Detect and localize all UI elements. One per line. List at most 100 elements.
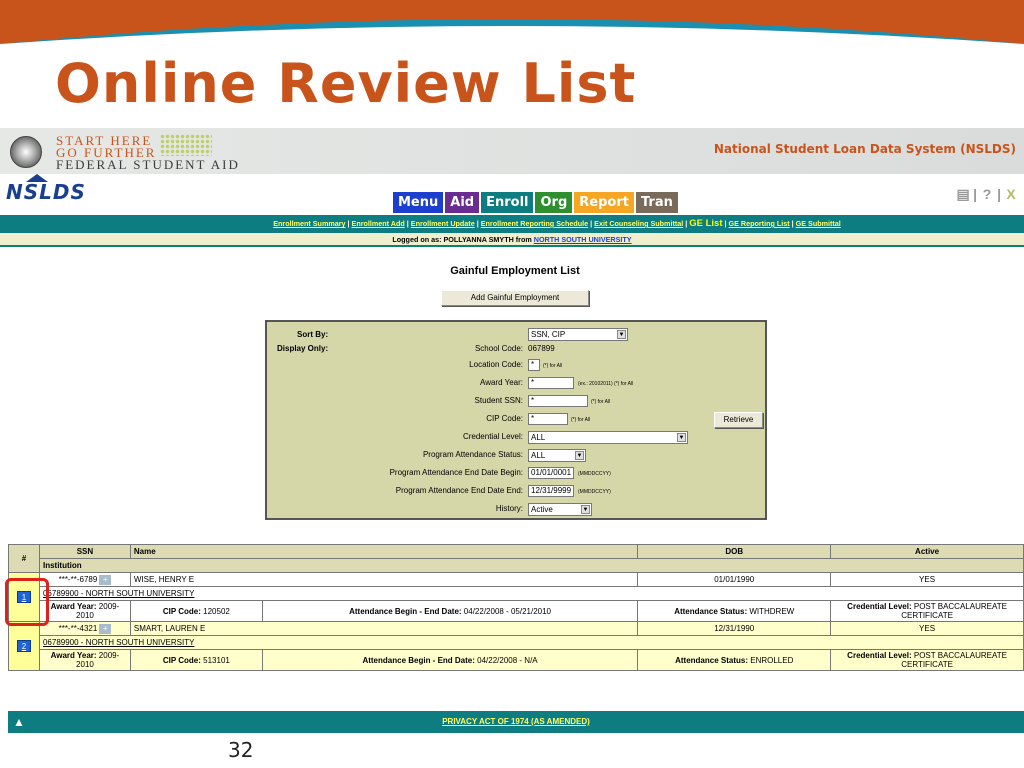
attendance-dates-cell: Attendance Begin - End Date: 04/22/2008 …: [261, 649, 639, 671]
institution-row: 06789900 - NORTH SOUTH UNIVERSITY: [9, 586, 1024, 601]
nav-button-tran[interactable]: Tran: [635, 192, 678, 213]
cip-value: 513101: [203, 655, 230, 665]
printer-icon[interactable]: ▤: [956, 187, 970, 201]
callout-highlight-box: [5, 578, 49, 626]
institution-row: 06789900 - NORTH SOUTH UNIVERSITY: [9, 635, 1024, 650]
detail-row: Award Year: 2009-2010 CIP Code: 513101 A…: [9, 649, 1024, 671]
main-nav: Menu Aid Enroll Org Report Tran: [393, 192, 678, 213]
cip-code-label: CIP Code:: [486, 414, 523, 423]
student-ssn-hint: (*) for All: [591, 399, 611, 405]
ssn-cell: ***-**-4321 +: [38, 621, 131, 636]
credential-cell: Credential Level: POST BACCALAUREATE CER…: [830, 600, 1024, 622]
ssn-cell: ***-**-6789 +: [38, 572, 131, 587]
nav-button-menu[interactable]: Menu: [393, 192, 444, 213]
attendance-status-cell: Attendance Status: ENROLLED: [637, 649, 832, 671]
active-cell: YES: [830, 621, 1024, 636]
col-header-name[interactable]: Name: [129, 544, 639, 559]
fsa-dots-decoration: [160, 134, 212, 156]
col-header-dob[interactable]: DOB: [637, 544, 832, 559]
chevron-down-icon: ▼: [677, 433, 686, 442]
link-enrollment-add[interactable]: Enrollment Add: [352, 219, 405, 228]
credential-level-value: ALL: [531, 433, 546, 442]
nav-row: NSLDS Menu Aid Enroll Org Report Tran ▤ | ? |…: [0, 174, 1024, 214]
cip-value: 120502: [203, 606, 230, 616]
attendance-dates-cell: Attendance Begin - End Date: 04/22/2008 …: [261, 600, 639, 622]
end-date-end-input[interactable]: 12/31/9999: [528, 485, 574, 497]
ge-results-table: # SSN Name DOB Active Institution 1 ***-…: [8, 544, 1024, 671]
filter-panel: Sort By: Display Only: SSN, CIP ▼ School …: [265, 320, 767, 520]
attendance-status-label: Attendance Status:: [674, 606, 748, 616]
end-date-begin-input[interactable]: 01/01/0001: [528, 467, 574, 479]
link-enrollment-reporting-schedule[interactable]: Enrollment Reporting Schedule: [481, 219, 588, 228]
award-year-label: Award Year:: [480, 378, 523, 387]
expand-plus-icon[interactable]: +: [99, 623, 112, 634]
attendance-dates-label: Attendance Begin - End Date:: [362, 655, 475, 665]
name-cell: WISE, HENRY E: [129, 572, 639, 587]
link-ge-list[interactable]: GE List: [689, 218, 722, 229]
expand-plus-icon[interactable]: +: [99, 574, 112, 585]
institution-link[interactable]: 06789900 - NORTH SOUTH UNIVERSITY: [43, 589, 194, 598]
divider: |: [997, 186, 1001, 202]
credential-level-select[interactable]: ALL ▼: [528, 431, 688, 444]
cip-code-input[interactable]: *: [528, 413, 568, 425]
link-exit-counseling-submittal[interactable]: Exit Counseling Submittal: [594, 219, 683, 228]
retrieve-button[interactable]: Retrieve: [714, 412, 763, 428]
award-year-input[interactable]: *: [528, 377, 574, 389]
location-code-input[interactable]: *: [528, 359, 540, 371]
history-select[interactable]: Active ▼: [528, 503, 592, 516]
institution-cell: 06789900 - NORTH SOUTH UNIVERSITY: [38, 635, 1024, 650]
active-cell: YES: [830, 572, 1024, 587]
cip-cell: CIP Code: 120502: [129, 600, 263, 622]
location-code-hint: (*) for All: [543, 363, 563, 369]
program-attendance-status-select[interactable]: ALL ▼: [528, 449, 586, 462]
school-code-value: 067899: [528, 344, 555, 353]
attendance-dates-value: 04/22/2008 - 05/21/2010: [463, 606, 551, 616]
link-enrollment-update[interactable]: Enrollment Update: [411, 219, 475, 228]
page-heading: Gainful Employment List: [450, 265, 580, 277]
attendance-dates-value: 04/22/2008 - N/A: [477, 655, 538, 665]
school-code-label: School Code:: [474, 344, 523, 353]
award-year-label: Award Year:: [50, 602, 97, 611]
credential-label: Credential Level:: [847, 602, 912, 611]
nav-button-enroll[interactable]: Enroll: [481, 192, 534, 213]
credential-label: Credential Level:: [847, 651, 912, 660]
enrollment-link-bar: Enrollment Summary | Enrollment Add | En…: [0, 215, 1024, 233]
dob-cell: 01/01/1990: [637, 572, 832, 587]
col-header-ssn[interactable]: SSN: [38, 544, 131, 559]
help-icon[interactable]: ?: [980, 187, 994, 201]
close-icon[interactable]: X: [1004, 187, 1018, 201]
table-header-row: # SSN Name DOB Active: [8, 544, 1024, 573]
student-ssn-input[interactable]: *: [528, 395, 588, 407]
link-ge-reporting-list[interactable]: GE Reporting List: [729, 219, 790, 228]
table-row: 1 ***-**-6789 + WISE, HENRY E 01/01/1990 …: [8, 572, 1024, 622]
nav-button-org[interactable]: Org: [535, 192, 573, 213]
institution-link[interactable]: 06789900 - NORTH SOUTH UNIVERSITY: [43, 638, 194, 647]
nslds-logo[interactable]: NSLDS: [6, 180, 86, 204]
attendance-status-cell: Attendance Status: WITHDREW: [637, 600, 832, 622]
attendance-status-label: Attendance Status:: [675, 655, 748, 665]
nav-button-report[interactable]: Report: [574, 192, 634, 213]
ssn-value: ***-**-6789: [58, 574, 98, 584]
credential-value: POST BACCALAUREATE CERTIFICATE: [901, 602, 1007, 620]
divider: |: [973, 186, 978, 202]
col-header-num: #: [8, 544, 40, 573]
end-date-begin-label: Program Attendance End Date Begin:: [389, 468, 523, 477]
home-icon[interactable]: ▲: [12, 715, 26, 729]
row-number-link[interactable]: 2: [16, 640, 31, 652]
school-link[interactable]: NORTH SOUTH UNIVERSITY: [534, 235, 632, 244]
privacy-act-link[interactable]: PRIVACY ACT OF 1974 (AS AMENDED): [442, 717, 590, 726]
col-header-active[interactable]: Active: [830, 544, 1024, 559]
department-seal-icon: [10, 136, 42, 168]
sort-by-select[interactable]: SSN, CIP ▼: [528, 328, 628, 341]
link-ge-submittal[interactable]: GE Submittal: [796, 219, 841, 228]
nav-utility-icons: ▤ | ? | X: [956, 186, 1018, 202]
nav-button-aid[interactable]: Aid: [445, 192, 480, 213]
table-subheader-row: Institution: [9, 558, 1024, 573]
link-enrollment-summary[interactable]: Enrollment Summary: [273, 219, 345, 228]
award-year-cell: Award Year: 2009-2010: [38, 600, 131, 622]
chevron-down-icon: ▼: [575, 451, 584, 460]
add-gainful-employment-button[interactable]: Add Gainful Employment: [441, 290, 589, 306]
credential-cell: Credential Level: POST BACCALAUREATE CER…: [830, 649, 1024, 671]
end-date-end-hint: (MMDDCCYY): [578, 489, 611, 495]
name-cell: SMART, LAUREN E: [129, 621, 639, 636]
